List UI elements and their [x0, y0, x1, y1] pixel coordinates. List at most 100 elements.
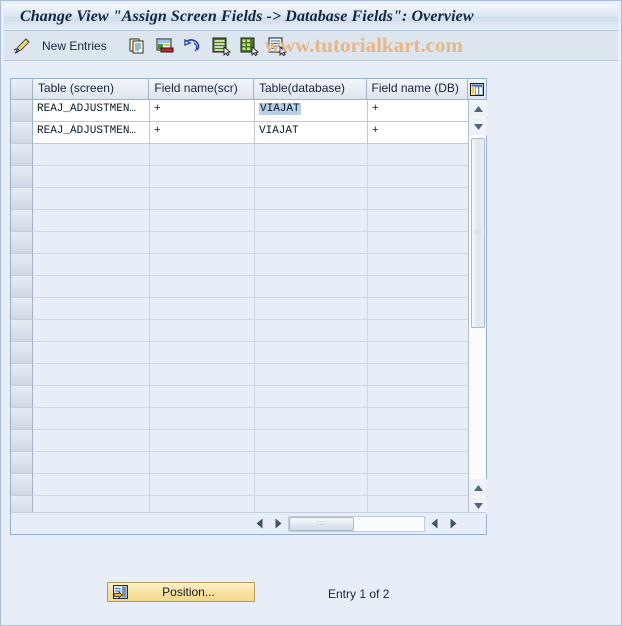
cell-empty[interactable] — [255, 474, 368, 496]
table-row-empty[interactable] — [11, 232, 470, 254]
cell-field-name-db[interactable]: + — [368, 100, 470, 122]
cell-empty[interactable] — [255, 386, 368, 408]
table-row-empty[interactable] — [11, 452, 470, 474]
row-select-button[interactable] — [11, 408, 33, 430]
cell-empty[interactable] — [255, 188, 368, 210]
cell-empty[interactable] — [33, 254, 150, 276]
table-row-empty[interactable] — [11, 386, 470, 408]
row-select-button[interactable] — [11, 254, 33, 276]
row-select-button[interactable] — [11, 100, 33, 122]
cell-empty[interactable] — [368, 254, 470, 276]
row-select-button[interactable] — [11, 188, 33, 210]
cell-empty[interactable] — [33, 452, 150, 474]
deselect-all-icon[interactable] — [239, 36, 259, 56]
cell-empty[interactable] — [368, 166, 470, 188]
column-config-icon[interactable] — [468, 79, 487, 100]
position-button[interactable]: Position... — [107, 582, 255, 602]
table-row-empty[interactable] — [11, 408, 470, 430]
cell-empty[interactable] — [255, 298, 368, 320]
cell-empty[interactable] — [368, 144, 470, 166]
table-row-empty[interactable] — [11, 430, 470, 452]
cell-empty[interactable] — [368, 386, 470, 408]
cell-empty[interactable] — [255, 254, 368, 276]
cell-empty[interactable] — [33, 342, 150, 364]
column-header-field-name-db[interactable]: Field name (DB) — [366, 79, 469, 100]
table-row-empty[interactable] — [11, 254, 470, 276]
cell-empty[interactable] — [150, 298, 255, 320]
row-select-button[interactable] — [11, 210, 33, 232]
table-row-empty[interactable] — [11, 144, 470, 166]
cell-empty[interactable] — [33, 276, 150, 298]
horizontal-scroll-track[interactable]: ::: — [288, 515, 425, 532]
row-select-button[interactable] — [11, 298, 33, 320]
cell-empty[interactable] — [150, 320, 255, 342]
cell-empty[interactable] — [150, 254, 255, 276]
new-entries-button[interactable]: New Entries — [42, 39, 107, 53]
cell-empty[interactable] — [33, 386, 150, 408]
row-select-button[interactable] — [11, 320, 33, 342]
column-header-field-name-scr[interactable]: Field name(scr) — [149, 79, 254, 100]
column-header-table-screen[interactable]: Table (screen) — [32, 79, 150, 100]
pencil-display-change-icon[interactable] — [12, 36, 32, 56]
cell-empty[interactable] — [33, 232, 150, 254]
cell-empty[interactable] — [150, 232, 255, 254]
cell-empty[interactable] — [368, 364, 470, 386]
cell-empty[interactable] — [33, 210, 150, 232]
cell-empty[interactable] — [368, 474, 470, 496]
scroll-page-right-icon[interactable] — [444, 515, 462, 533]
cell-empty[interactable] — [255, 430, 368, 452]
cell-empty[interactable] — [150, 188, 255, 210]
cell-empty[interactable] — [33, 408, 150, 430]
copy-icon[interactable] — [127, 36, 147, 56]
grid-horizontal-scrollbar[interactable]: ::: — [11, 512, 486, 534]
cell-empty[interactable] — [368, 408, 470, 430]
cell-empty[interactable] — [150, 342, 255, 364]
row-select-button[interactable] — [11, 122, 33, 144]
table-row-empty[interactable] — [11, 364, 470, 386]
cell-empty[interactable] — [255, 144, 368, 166]
grid-vertical-scrollbar[interactable]: ::: — [468, 100, 487, 514]
table-row[interactable]: REAJ_ADJUSTMEN… + VIAJAT + — [11, 122, 470, 144]
cell-empty[interactable] — [150, 144, 255, 166]
cell-empty[interactable] — [255, 452, 368, 474]
cell-empty[interactable] — [255, 342, 368, 364]
cell-empty[interactable] — [368, 452, 470, 474]
cell-empty[interactable] — [150, 408, 255, 430]
cell-empty[interactable] — [368, 210, 470, 232]
table-row-empty[interactable] — [11, 320, 470, 342]
cell-empty[interactable] — [33, 430, 150, 452]
cell-empty[interactable] — [368, 298, 470, 320]
cell-empty[interactable] — [255, 276, 368, 298]
table-row[interactable]: REAJ_ADJUSTMEN… + VIAJAT + — [11, 100, 470, 122]
cell-empty[interactable] — [150, 276, 255, 298]
cell-empty[interactable] — [33, 364, 150, 386]
vertical-scroll-thumb[interactable]: ::: — [471, 138, 485, 328]
cell-empty[interactable] — [368, 188, 470, 210]
row-select-button[interactable] — [11, 276, 33, 298]
cell-empty[interactable] — [255, 408, 368, 430]
grid-select-all-corner[interactable] — [11, 79, 33, 100]
row-select-button[interactable] — [11, 386, 33, 408]
scroll-left-icon[interactable] — [251, 515, 269, 533]
table-row-empty[interactable] — [11, 210, 470, 232]
table-row-empty[interactable] — [11, 298, 470, 320]
cell-empty[interactable] — [255, 364, 368, 386]
row-select-button[interactable] — [11, 166, 33, 188]
scroll-page-up-icon[interactable] — [469, 479, 487, 496]
cell-empty[interactable] — [33, 320, 150, 342]
cell-table-screen[interactable]: REAJ_ADJUSTMEN… — [33, 122, 150, 144]
column-header-table-database[interactable]: Table(database) — [253, 79, 367, 100]
cell-empty[interactable] — [33, 298, 150, 320]
table-row-empty[interactable] — [11, 342, 470, 364]
row-select-button[interactable] — [11, 144, 33, 166]
cell-field-name-scr[interactable]: + — [150, 122, 255, 144]
undo-icon[interactable] — [183, 36, 203, 56]
table-row-empty[interactable] — [11, 276, 470, 298]
scroll-right-icon[interactable] — [269, 515, 287, 533]
cell-table-database[interactable]: VIAJAT — [255, 100, 368, 122]
table-row-empty[interactable] — [11, 188, 470, 210]
cell-table-screen[interactable]: REAJ_ADJUSTMEN… — [33, 100, 150, 122]
scroll-page-left-icon[interactable] — [426, 515, 444, 533]
select-all-icon[interactable] — [211, 36, 231, 56]
scroll-down-icon[interactable] — [469, 118, 487, 135]
